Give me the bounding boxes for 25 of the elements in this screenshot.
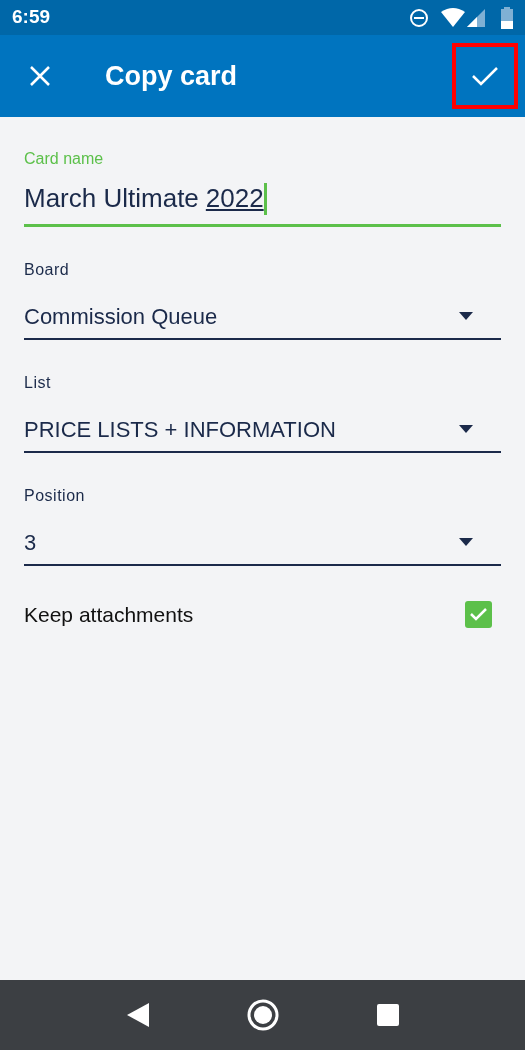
- card-name-label: Card name: [24, 149, 105, 169]
- checkmark-icon: [469, 607, 488, 623]
- signal-icon: [467, 8, 485, 27]
- checkmark-icon: [471, 65, 499, 87]
- wifi-icon: [441, 7, 465, 28]
- battery-icon: [501, 6, 513, 29]
- close-icon: [29, 65, 51, 87]
- keep-attachments-checkbox[interactable]: [465, 601, 492, 629]
- dropdown-label: Position: [24, 486, 86, 506]
- do-not-disturb-icon: [409, 7, 429, 28]
- dropdown-label: List: [24, 373, 52, 393]
- keep-attachments-label: Keep attachments: [24, 602, 194, 628]
- dropdown-caret-icon: [459, 425, 473, 433]
- back-icon[interactable]: [126, 1003, 149, 1027]
- app-bar-title: Copy card: [105, 59, 238, 93]
- dropdown-caret-icon: [459, 538, 473, 546]
- recents-icon[interactable]: [376, 1004, 399, 1026]
- dropdown-label: Board: [24, 260, 71, 280]
- dropdown-field[interactable]: PRICE LISTS + INFORMATION: [24, 407, 501, 453]
- dropdown-field[interactable]: 3: [24, 520, 501, 566]
- status-time: 6:59: [12, 5, 51, 30]
- dropdown-caret-icon: [459, 312, 473, 320]
- dropdown-field[interactable]: Commission Queue: [24, 294, 501, 340]
- home-icon[interactable]: [246, 999, 279, 1031]
- card-name-field[interactable]: March Ultimate 2022: [24, 179, 501, 227]
